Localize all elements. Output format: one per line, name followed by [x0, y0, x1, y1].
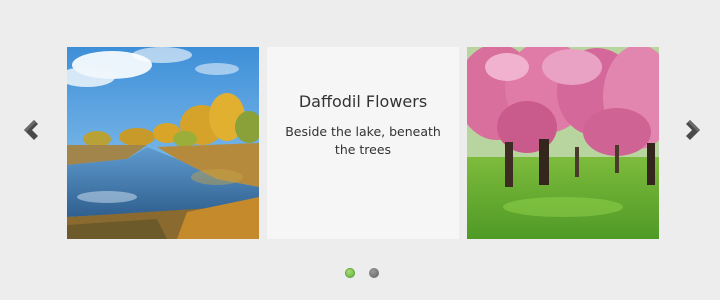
next-slide-button[interactable] — [682, 118, 704, 142]
chevron-right-icon — [686, 120, 700, 140]
pager-dot-2[interactable] — [369, 268, 379, 278]
pager-dot-1[interactable] — [345, 268, 355, 278]
caption-title: Daffodil Flowers — [298, 92, 428, 111]
caption-card: Daffodil Flowers Beside the lake, beneat… — [267, 47, 459, 239]
chevron-left-icon — [24, 120, 38, 140]
slide-image-lake — [67, 47, 259, 239]
carousel-pager — [345, 268, 379, 280]
previous-slide-button[interactable] — [20, 118, 42, 142]
slide-image-cherry-blossom — [467, 47, 659, 239]
caption-text: Beside the lake, beneath the trees — [285, 124, 441, 157]
